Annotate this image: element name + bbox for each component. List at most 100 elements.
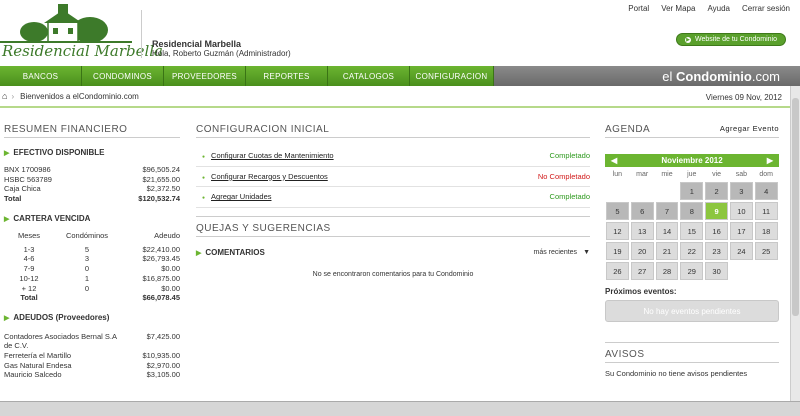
calendar-grid: 1 2 3 4 5 6 7 8 9 10 11 12 13 14 15 16 17 18 19 20 21 22 23 24 2… bbox=[605, 181, 779, 281]
calendar-month: Noviembre 2012 bbox=[661, 156, 723, 165]
calendar-day[interactable]: 9 bbox=[705, 202, 728, 220]
prev-month-icon[interactable]: ◀ bbox=[611, 156, 617, 165]
add-event-link[interactable]: Agregar Evento bbox=[720, 124, 779, 137]
debt-label: Contadores Asociados Bernal S.A de C.V. bbox=[4, 331, 117, 350]
config-link-units[interactable]: Agregar Unidades bbox=[202, 192, 271, 201]
weekday-label: vie bbox=[712, 171, 722, 178]
overdue-row: 7-9 0 $0.00 bbox=[4, 264, 180, 274]
header: Residencial Marbella Residencial Marbell… bbox=[0, 0, 800, 66]
calendar-day[interactable]: 24 bbox=[729, 242, 753, 260]
debt-row: Gas Natural Endesa $2,970.00 bbox=[4, 361, 180, 371]
calendar-day[interactable]: 30 bbox=[705, 262, 728, 280]
calendar-day[interactable]: 11 bbox=[754, 202, 778, 220]
cash-label: BNX 1700986 bbox=[4, 165, 51, 174]
user-greeting: Hola, Roberto Guzmán (Administrador) bbox=[152, 49, 291, 58]
triangle-icon: ▶ bbox=[4, 314, 10, 322]
comments-empty: No se encontraron comentarios para tu Co… bbox=[312, 270, 474, 278]
calendar-day[interactable]: 29 bbox=[680, 262, 704, 280]
debts-heading: ▶ ADEUDOS (Proveedores) bbox=[4, 313, 180, 322]
nav-catalogos[interactable]: CATALOGOS bbox=[328, 66, 410, 86]
calendar-empty-cell bbox=[606, 182, 629, 200]
comments-heading: ▶ COMENTARIOS bbox=[196, 248, 265, 257]
vertical-scrollbar[interactable] bbox=[790, 86, 800, 402]
overdue-debt: $22,410.00 bbox=[142, 244, 180, 254]
nav-proveedores[interactable]: PROVEEDORES bbox=[164, 66, 246, 86]
calendar-day[interactable]: 16 bbox=[705, 222, 728, 240]
condominium-name: Residencial Marbella bbox=[152, 39, 242, 49]
calendar-day[interactable]: 8 bbox=[680, 202, 704, 220]
triangle-icon: ▶ bbox=[196, 250, 202, 257]
calendar-day[interactable]: 13 bbox=[630, 222, 654, 240]
config-status: Completado bbox=[549, 151, 590, 161]
overdue-months: Total bbox=[20, 293, 38, 303]
calendar-day[interactable]: 23 bbox=[705, 242, 728, 260]
scrollbar-thumb[interactable] bbox=[792, 98, 799, 316]
calendar-day[interactable]: 14 bbox=[655, 222, 679, 240]
calendar-day[interactable]: 28 bbox=[655, 262, 679, 280]
calendar-day[interactable]: 21 bbox=[655, 242, 679, 260]
sort-label: más recientes bbox=[533, 249, 578, 256]
nav-configuracion[interactable]: CONFIGURACION bbox=[410, 66, 494, 86]
debt-value: $2,970.00 bbox=[146, 360, 180, 370]
logo[interactable]: Residencial Marbella bbox=[0, 2, 163, 64]
calendar-day[interactable]: 26 bbox=[606, 262, 629, 280]
calendar-day[interactable]: 12 bbox=[606, 222, 629, 240]
sort-dropdown[interactable]: más recientes ▼ bbox=[533, 249, 590, 256]
overdue-row: 4-6 3 $26,793.45 bbox=[4, 254, 180, 264]
overdue-months: + 12 bbox=[21, 283, 37, 293]
calendar-empty-cell bbox=[755, 262, 778, 280]
nav-bancos[interactable]: BANCOS bbox=[0, 66, 82, 86]
calendar-day[interactable]: 1 bbox=[680, 182, 704, 200]
debt-row: Ferretería el Martillo $10,935.00 bbox=[4, 351, 180, 361]
debt-label: Ferretería el Martillo bbox=[4, 350, 72, 360]
calendar-day[interactable]: 4 bbox=[754, 182, 778, 200]
calendar-day[interactable]: 3 bbox=[729, 182, 753, 200]
calendar-day[interactable]: 5 bbox=[606, 202, 629, 220]
logout-link[interactable]: Cerrar sesión bbox=[742, 4, 790, 13]
calendar-day[interactable]: 20 bbox=[630, 242, 654, 260]
calendar-day[interactable]: 2 bbox=[705, 182, 728, 200]
col-debt: Adeudo bbox=[154, 230, 180, 240]
calendar-day[interactable]: 25 bbox=[754, 242, 778, 260]
calendar-day[interactable]: 22 bbox=[680, 242, 704, 260]
overdue-debt: $0.00 bbox=[161, 264, 180, 274]
play-icon: ▶ bbox=[685, 36, 691, 43]
bottom-scrollbar[interactable] bbox=[0, 401, 800, 416]
cash-total-row: Total $120,532.74 bbox=[4, 194, 180, 204]
calendar: ◀ Noviembre 2012 ▶ lun mar mie jue vie sab dom… bbox=[605, 154, 779, 281]
config-item: Agregar Unidades Completado bbox=[196, 187, 590, 208]
nav-reportes[interactable]: REPORTES bbox=[246, 66, 328, 86]
debt-row: Contadores Asociados Bernal S.A de C.V. $… bbox=[4, 332, 180, 351]
financial-summary: RESUMEN FINANCIERO ▶ EFECTIVO DISPONIBLE … bbox=[4, 124, 180, 380]
help-link[interactable]: Ayuda bbox=[707, 4, 730, 13]
overdue-row: 10-12 1 $16,875.00 bbox=[4, 274, 180, 284]
portal-link[interactable]: Portal bbox=[628, 4, 649, 13]
config-link-fees[interactable]: Configurar Cuotas de Mantenimiento bbox=[202, 151, 334, 160]
cash-row: HSBC 563789 $21,655.00 bbox=[4, 175, 180, 185]
overdue-heading-label: CARTERA VENCIDA bbox=[13, 213, 91, 223]
calendar-day[interactable]: 6 bbox=[630, 202, 654, 220]
website-button[interactable]: ▶ Website de tu Condominio bbox=[676, 33, 786, 46]
calendar-day[interactable]: 7 bbox=[655, 202, 679, 220]
calendar-day[interactable]: 27 bbox=[630, 262, 654, 280]
cash-value: $96,505.24 bbox=[142, 165, 180, 174]
nav-condominos[interactable]: CONDOMINOS bbox=[82, 66, 164, 86]
calendar-day[interactable]: 18 bbox=[754, 222, 778, 240]
overdue-months: 7-9 bbox=[23, 264, 35, 274]
cash-value: $2,372.50 bbox=[146, 184, 180, 194]
complaints-title: QUEJAS Y SUGERENCIAS bbox=[196, 223, 590, 237]
weekday-row: lun mar mie jue vie sab dom bbox=[605, 171, 779, 181]
config-link-surcharges[interactable]: Configurar Recargos y Descuentos bbox=[202, 172, 328, 181]
breadcrumb: ⌂ › Bienvenidos a elCondominio.com Viern… bbox=[0, 86, 790, 108]
calendar-day[interactable]: 19 bbox=[606, 242, 629, 260]
brand-prefix: el bbox=[662, 69, 676, 84]
map-link[interactable]: Ver Mapa bbox=[661, 4, 695, 13]
caret-down-icon: ▼ bbox=[583, 249, 590, 256]
calendar-day[interactable]: 17 bbox=[729, 222, 753, 240]
next-month-icon[interactable]: ▶ bbox=[767, 156, 773, 165]
home-icon[interactable]: ⌂ bbox=[2, 91, 7, 101]
calendar-day[interactable]: 15 bbox=[680, 222, 704, 240]
debts-heading-label: ADEUDOS (Proveedores) bbox=[13, 312, 110, 322]
overdue-row: 1-3 5 $22,410.00 bbox=[4, 245, 180, 255]
calendar-day[interactable]: 10 bbox=[729, 202, 753, 220]
